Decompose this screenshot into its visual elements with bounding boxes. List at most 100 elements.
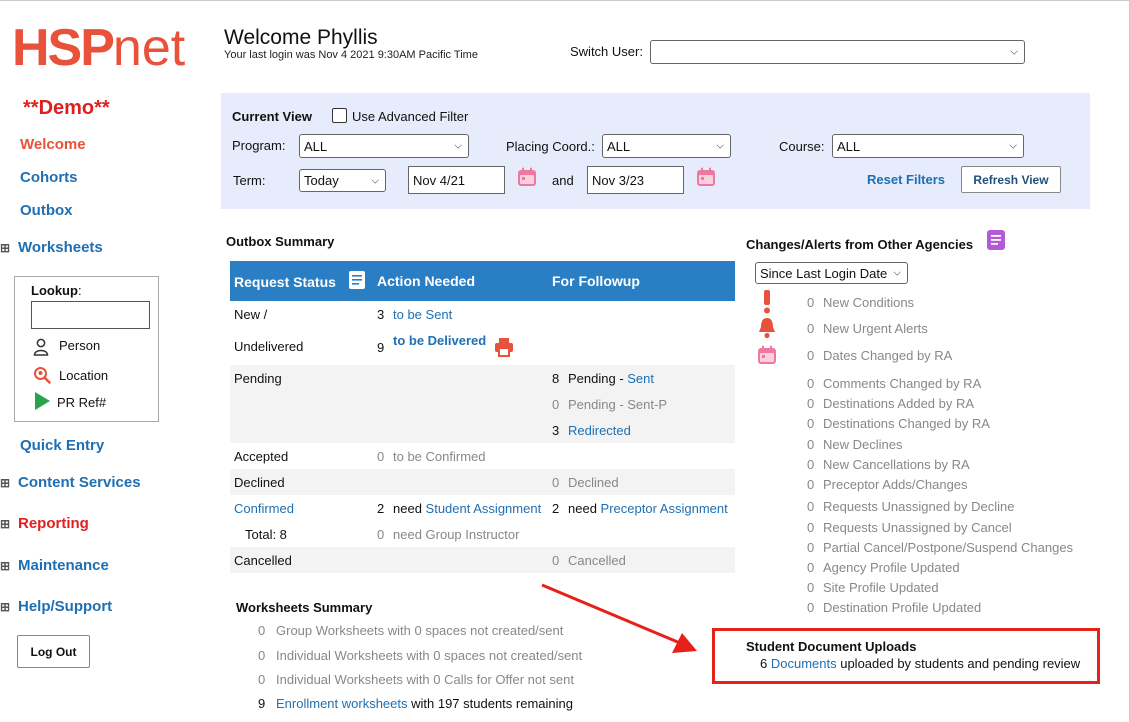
chevron-down-icon: ⌵ bbox=[1009, 140, 1017, 152]
col-action-needed: Action Needed bbox=[377, 273, 476, 289]
pending-sentp-count: 0 bbox=[552, 397, 560, 412]
redirected-count: 3 bbox=[552, 423, 560, 438]
lookup-location-option[interactable]: Location bbox=[59, 368, 108, 383]
term-select[interactable]: Today ⌵ bbox=[299, 169, 386, 192]
printer-icon[interactable] bbox=[494, 337, 514, 357]
chevron-down-icon: ⌵ bbox=[716, 140, 724, 152]
alert-text: Dates Changed by RA bbox=[823, 348, 953, 363]
expand-worksheets-icon[interactable]: ⊞ bbox=[0, 241, 10, 255]
cancelled-count: 0 bbox=[552, 553, 560, 568]
last-login-text: Your last login was Nov 4 2021 9:30AM Pa… bbox=[224, 49, 478, 61]
alert-text: Comments Changed by RA bbox=[823, 376, 982, 391]
expand-maintenance-icon[interactable]: ⊞ bbox=[0, 559, 10, 573]
program-select[interactable]: ALL ⌵ bbox=[299, 134, 469, 158]
alert-text: Partial Cancel/Postpone/Suspend Changes bbox=[823, 540, 1074, 555]
annotation-arrow bbox=[541, 583, 697, 653]
calendar-icon[interactable] bbox=[517, 167, 537, 187]
expand-content-services-icon[interactable]: ⊞ bbox=[0, 476, 10, 490]
nav-outbox[interactable]: Outbox bbox=[20, 202, 73, 219]
nav-quick-entry[interactable]: Quick Entry bbox=[20, 437, 104, 454]
documents-link[interactable]: Documents bbox=[771, 656, 837, 671]
status-confirmed-link[interactable]: Confirmed bbox=[234, 501, 294, 516]
expand-help-icon[interactable]: ⊞ bbox=[0, 600, 10, 614]
alert-text: Site Profile Updated bbox=[823, 580, 939, 595]
student-uploads-title: Student Document Uploads bbox=[746, 639, 917, 654]
alert-text: Requests Unassigned by Decline bbox=[823, 499, 1015, 514]
course-label: Course: bbox=[779, 139, 825, 154]
placing-coord-select[interactable]: ALL ⌵ bbox=[602, 134, 731, 158]
reset-filters-link[interactable]: Reset Filters bbox=[867, 172, 945, 187]
student-assignment-link[interactable]: Student Assignment bbox=[426, 501, 542, 516]
enrollment-count: 9 bbox=[258, 696, 266, 711]
nav-welcome[interactable]: Welcome bbox=[20, 136, 86, 153]
alert-count: 0 bbox=[807, 321, 815, 336]
cancelled-row bbox=[230, 547, 735, 573]
calendar-icon[interactable] bbox=[696, 167, 716, 187]
status-cancelled: Cancelled bbox=[234, 553, 292, 568]
preceptor-assignment-link[interactable]: Preceptor Assignment bbox=[601, 501, 728, 516]
book-icon[interactable] bbox=[986, 229, 1006, 251]
alert-text: Destination Profile Updated bbox=[823, 600, 982, 615]
lookup-prref-option[interactable]: PR Ref# bbox=[57, 395, 106, 410]
date-from-input[interactable]: Nov 4/21 bbox=[408, 166, 505, 194]
to-be-sent-link[interactable]: to be Sent bbox=[393, 307, 452, 322]
calendar-icon bbox=[758, 345, 776, 364]
alert-count: 0 bbox=[807, 600, 815, 615]
alert-count: 0 bbox=[807, 295, 815, 310]
lookup-label: Lookup: bbox=[31, 283, 82, 298]
log-out-button[interactable]: Log Out bbox=[17, 635, 90, 668]
worksheets-summary-title: Worksheets Summary bbox=[236, 600, 373, 615]
since-last-login-select[interactable]: Since Last Login Date ⌵ bbox=[755, 262, 908, 284]
col-request-status: Request Status bbox=[234, 274, 336, 290]
alert-count: 0 bbox=[807, 437, 815, 452]
nav-reporting[interactable]: Reporting bbox=[18, 515, 89, 532]
play-icon bbox=[35, 392, 50, 410]
status-declined: Declined bbox=[234, 475, 285, 490]
to-be-delivered-link[interactable]: to be Delivered bbox=[393, 333, 486, 348]
switch-user-select[interactable]: ⌵ bbox=[650, 40, 1025, 64]
alert-count: 0 bbox=[807, 348, 815, 363]
program-label: Program: bbox=[232, 138, 286, 153]
date-to-input[interactable]: Nov 3/23 bbox=[587, 166, 684, 194]
course-select[interactable]: ALL ⌵ bbox=[832, 134, 1024, 158]
demo-label: **Demo** bbox=[23, 97, 110, 119]
nav-maintenance[interactable]: Maintenance bbox=[18, 557, 109, 574]
nav-content-services[interactable]: Content Services bbox=[18, 474, 141, 491]
nav-worksheets[interactable]: Worksheets bbox=[18, 239, 103, 256]
worksheet-row-count: 0 bbox=[258, 672, 266, 687]
alert-count: 0 bbox=[807, 540, 815, 555]
alert-text: Destinations Added by RA bbox=[823, 396, 975, 411]
expand-reporting-icon[interactable]: ⊞ bbox=[0, 517, 10, 531]
refresh-view-button[interactable]: Refresh View bbox=[961, 166, 1061, 193]
undelivered-count: 9 bbox=[377, 340, 385, 355]
enrollment-worksheets-link[interactable]: Enrollment worksheets bbox=[276, 696, 408, 711]
accepted-count: 0 bbox=[377, 449, 385, 464]
alert-count: 0 bbox=[807, 396, 815, 411]
exclamation-icon bbox=[764, 290, 770, 314]
nav-help-support[interactable]: Help/Support bbox=[18, 598, 112, 615]
redirected-link[interactable]: Redirected bbox=[568, 423, 631, 438]
declined-text: Declined bbox=[568, 475, 619, 490]
nav-cohorts[interactable]: Cohorts bbox=[20, 169, 78, 186]
chevron-down-icon: ⌵ bbox=[371, 175, 379, 186]
book-icon[interactable] bbox=[348, 270, 366, 290]
alert-text: Destinations Changed by RA bbox=[823, 416, 990, 431]
outbox-summary-title: Outbox Summary bbox=[226, 234, 335, 249]
alert-text: New Urgent Alerts bbox=[823, 321, 928, 336]
hspnet-logo: HSPnet bbox=[12, 19, 186, 77]
lookup-input[interactable] bbox=[31, 301, 150, 329]
lookup-person-option[interactable]: Person bbox=[59, 338, 100, 353]
worksheet-row-text: Individual Worksheets with 0 Calls for O… bbox=[276, 672, 574, 687]
pending-sent-link[interactable]: Sent bbox=[627, 371, 654, 386]
alert-text: New Conditions bbox=[823, 295, 915, 310]
alert-count: 0 bbox=[807, 580, 815, 595]
cancelled-text: Cancelled bbox=[568, 553, 626, 568]
alert-text: Preceptor Adds/Changes bbox=[823, 477, 968, 492]
alert-count: 0 bbox=[807, 499, 815, 514]
to-be-confirmed-text: to be Confirmed bbox=[393, 449, 486, 464]
advanced-filter-checkbox[interactable] bbox=[332, 108, 347, 123]
bell-icon bbox=[759, 318, 775, 339]
alert-count: 0 bbox=[807, 416, 815, 431]
person-icon bbox=[33, 338, 49, 356]
advanced-filter-label: Use Advanced Filter bbox=[352, 109, 469, 124]
